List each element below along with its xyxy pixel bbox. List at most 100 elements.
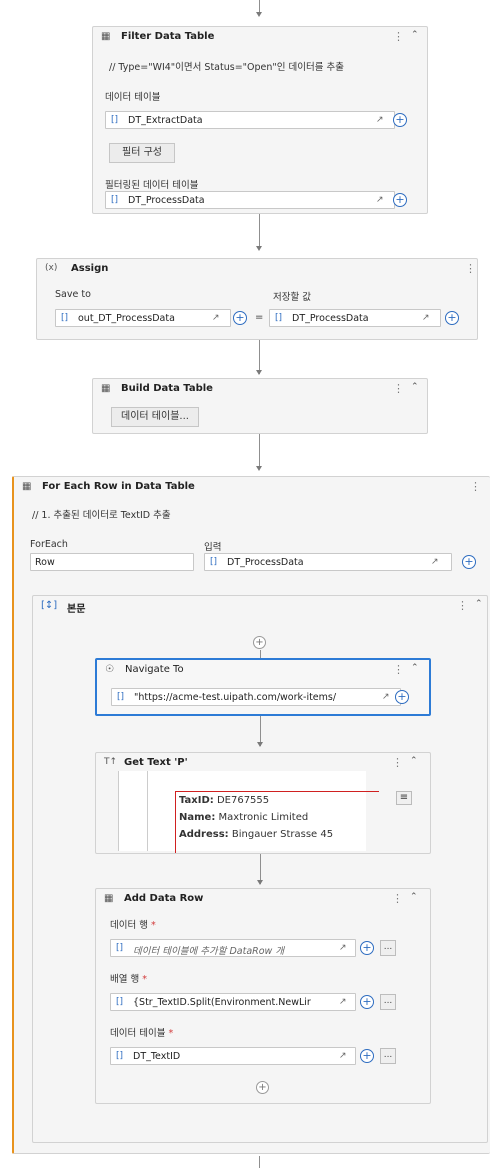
expand-editor-icon[interactable]: ↗ (382, 692, 390, 702)
expression-icon: [] (61, 313, 69, 323)
expand-editor-icon[interactable]: ↗ (339, 997, 347, 1007)
more-options-button[interactable]: ... (380, 940, 396, 956)
collapse-icon[interactable]: ⌃ (410, 756, 418, 766)
build-data-table-activity[interactable]: ▦ Build Data Table ⋮ ⌃ 데이터 테이블... (92, 378, 428, 434)
data-table-button[interactable]: 데이터 테이블... (111, 407, 199, 427)
navigate-to-activity[interactable]: ☉ Navigate To ⋮ ⌃ [] "https://acme-test.… (95, 658, 431, 716)
more-options-button[interactable]: ... (380, 1048, 396, 1064)
text-line: Name: Maxtronic Limited (179, 812, 308, 823)
body-sequence[interactable]: [↕] 본문 ⋮ ⌃ + ☉ Navigate To ⋮ ⌃ [] "https… (32, 595, 488, 1143)
activity-header: ☉ Navigate To ⋮ ⌃ (97, 660, 429, 680)
kebab-menu-icon[interactable]: ⋮ (393, 663, 404, 676)
activity-title: Add Data Row (124, 893, 204, 904)
sequence-title: 본문 (67, 604, 86, 615)
assign-activity[interactable]: (x) Assign ⋮ Save to 저장할 값 [] out_DT_Pro… (36, 258, 478, 340)
url-value: "https://acme-test.uipath.com/work-items… (134, 692, 337, 703)
input-table-field[interactable]: [] DT_ExtractData ↗ (105, 111, 395, 129)
activity-title: Build Data Table (121, 383, 213, 394)
for-each-row-activity[interactable]: ▦ For Each Row in Data Table ⋮ // 1. 추출된… (12, 476, 490, 1154)
add-activity-icon[interactable]: + (256, 1081, 269, 1094)
expression-icon: [] (275, 313, 283, 323)
activity-header: (x) Assign ⋮ (37, 259, 477, 279)
assign-left-field[interactable]: [] out_DT_ProcessData ↗ (55, 309, 231, 327)
kebab-menu-icon[interactable]: ⋮ (470, 480, 481, 493)
kebab-menu-icon[interactable]: ⋮ (393, 382, 404, 395)
screenshot-preview: TaxID: DE767555 Name: Maxtronic Limited … (118, 771, 379, 853)
expression-icon: [] (117, 692, 125, 702)
connector-arrow (256, 12, 262, 17)
plus-icon[interactable]: + (233, 311, 247, 325)
variable-icon: (x) (45, 263, 58, 273)
line-value: Bingauer Strasse 45 (231, 829, 334, 840)
expression-icon: [] (210, 557, 218, 567)
plus-icon[interactable]: + (360, 1049, 374, 1063)
data-table-value: DT_TextID (133, 1051, 181, 1062)
plus-icon[interactable]: + (393, 193, 407, 207)
input-table-value: DT_ExtractData (128, 115, 203, 126)
configure-filter-button[interactable]: 필터 구성 (109, 143, 175, 163)
line-value: Maxtronic Limited (218, 812, 309, 823)
value-to-save-label: 저장할 값 (273, 292, 311, 303)
foreach-input-field[interactable]: [] DT_ProcessData ↗ (204, 553, 452, 571)
datarow-label: 데이터 행 * (110, 920, 156, 931)
kebab-menu-icon[interactable]: ⋮ (465, 262, 476, 275)
text-line: TaxID: DE767555 (179, 795, 269, 806)
data-table-field[interactable]: [] DT_TextID ↗ (110, 1047, 356, 1065)
get-text-activity[interactable]: T↑ Get Text 'P' ⋮ ⌃ TaxID: DE767555 Name… (95, 752, 431, 854)
datarow-placeholder: 데이터 테이블에 추가할 DataRow 개 (133, 946, 285, 957)
expand-editor-icon[interactable]: ↗ (431, 557, 439, 567)
connector-arrow (256, 246, 262, 251)
plus-icon[interactable]: + (360, 941, 374, 955)
menu-icon[interactable]: ≡ (396, 791, 412, 805)
plus-icon[interactable]: + (462, 555, 476, 569)
plus-icon[interactable]: + (393, 113, 407, 127)
connector-arrow (256, 466, 262, 471)
expand-editor-icon[interactable]: ↗ (339, 1051, 347, 1061)
kebab-menu-icon[interactable]: ⋮ (392, 892, 403, 905)
assign-right-field[interactable]: [] DT_ProcessData ↗ (269, 309, 441, 327)
activity-title: Get Text 'P' (124, 757, 188, 768)
datarow-field[interactable]: [] 데이터 테이블에 추가할 DataRow 개 ↗ (110, 939, 356, 957)
data-table-icon: ▦ (104, 893, 114, 904)
expression-icon: [] (111, 195, 119, 205)
output-table-field[interactable]: [] DT_ProcessData ↗ (105, 191, 395, 209)
more-options-button[interactable]: ... (380, 994, 396, 1010)
collapse-icon[interactable]: ⌃ (410, 892, 418, 902)
expand-editor-icon[interactable]: ↗ (376, 115, 384, 125)
expand-editor-icon[interactable]: ↗ (422, 313, 430, 323)
data-table-icon: ▦ (22, 481, 32, 492)
line-value: DE767555 (216, 795, 270, 806)
filter-data-table-activity[interactable]: ▦ Filter Data Table ⋮ ⌃ // Type="WI4"이면서… (92, 26, 428, 214)
plus-icon[interactable]: + (360, 995, 374, 1009)
collapse-icon[interactable]: ⌃ (411, 663, 419, 673)
kebab-menu-icon[interactable]: ⋮ (392, 756, 403, 769)
url-field[interactable]: [] "https://acme-test.uipath.com/work-it… (111, 688, 401, 706)
add-activity-icon[interactable]: + (253, 636, 266, 649)
sequence-header: [↕] 본문 ⋮ ⌃ (33, 596, 487, 616)
collapse-icon[interactable]: ⌃ (475, 599, 483, 609)
activity-comment: // Type="WI4"이면서 Status="Open"인 데이터를 추출 (109, 62, 344, 73)
kebab-menu-icon[interactable]: ⋮ (457, 599, 468, 612)
add-data-row-activity[interactable]: ▦ Add Data Row ⋮ ⌃ 데이터 행 * [] 데이터 테이블에 추… (95, 888, 431, 1104)
expand-editor-icon[interactable]: ↗ (339, 943, 347, 953)
expression-icon: [] (116, 943, 124, 953)
foreach-item-field[interactable]: Row (30, 553, 194, 571)
line-key: Name: (179, 812, 216, 823)
array-row-value: {Str_TextID.Split(Environment.NewLir (133, 997, 311, 1008)
kebab-menu-icon[interactable]: ⋮ (393, 30, 404, 43)
collapse-icon[interactable]: ⌃ (411, 30, 419, 40)
output-table-label: 필터링된 데이터 테이블 (105, 180, 199, 191)
data-table-icon: ▦ (101, 31, 111, 42)
activity-header: T↑ Get Text 'P' ⋮ ⌃ (96, 753, 430, 773)
plus-icon[interactable]: + (395, 690, 409, 704)
line-key: Address: (179, 829, 229, 840)
array-row-field[interactable]: [] {Str_TextID.Split(Environment.NewLir … (110, 993, 356, 1011)
collapse-icon[interactable]: ⌃ (411, 382, 419, 392)
activity-comment: // 1. 추출된 데이터로 TextID 추출 (32, 510, 171, 521)
activity-header: ▦ Build Data Table ⋮ ⌃ (93, 379, 427, 399)
foreach-input-value: DT_ProcessData (227, 557, 304, 568)
plus-icon[interactable]: + (445, 311, 459, 325)
foreach-item-value: Row (35, 557, 55, 568)
expand-editor-icon[interactable]: ↗ (376, 195, 384, 205)
expand-editor-icon[interactable]: ↗ (212, 313, 220, 323)
